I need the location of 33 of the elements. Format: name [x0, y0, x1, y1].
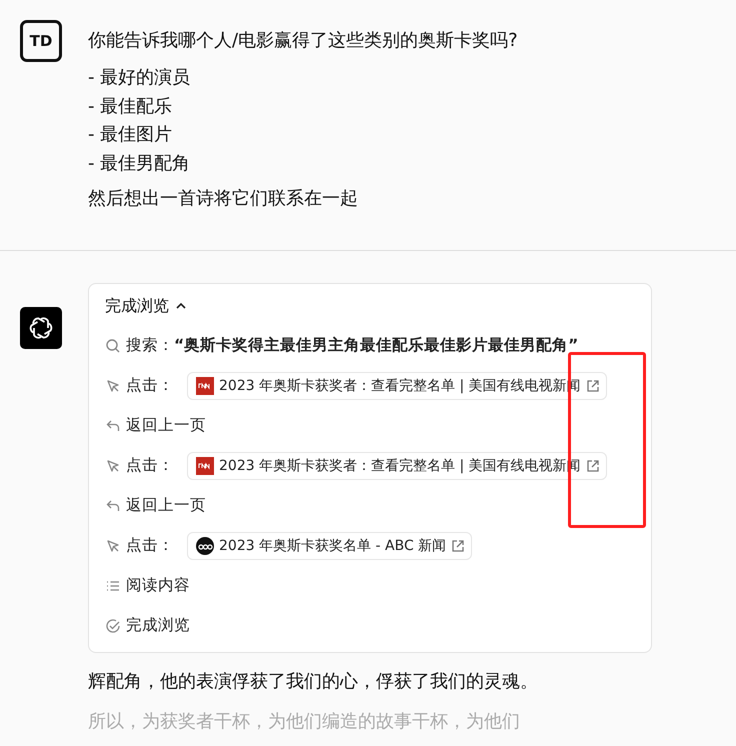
step-text: 返回上一页	[126, 415, 206, 436]
browse-toggle[interactable]: 完成浏览	[105, 292, 187, 320]
user-avatar: TD	[20, 20, 62, 62]
search-icon	[105, 338, 121, 354]
step-text: 完成浏览	[126, 615, 190, 636]
news-logo-icon	[196, 377, 214, 395]
list-item: - 最好的演员	[88, 66, 192, 90]
click-label: 点击：	[126, 455, 174, 476]
back-arrow-icon	[105, 498, 121, 514]
click-label: 点击：	[126, 375, 174, 396]
check-circle-icon	[105, 618, 121, 634]
step-text: 返回上一页	[126, 495, 206, 516]
question-text: 你能告诉我哪个人/电影赢得了这些类别的奥斯卡奖吗?	[88, 29, 518, 53]
cursor-icon	[105, 538, 121, 554]
cursor-icon	[105, 378, 121, 394]
answer-text: 所以，为获奖者干杯，为他们编造的故事干杯，为他们	[88, 710, 521, 734]
news-logo-icon	[196, 457, 214, 475]
answer-text: 辉配角，他的表演俘获了我们的心，俘获了我们的灵魂。	[88, 670, 539, 694]
click-label: 点击：	[126, 535, 174, 556]
news-logo-icon	[196, 537, 214, 555]
external-link-icon	[451, 539, 466, 553]
assistant-logo-icon	[20, 307, 62, 349]
closing-text: 然后想出一首诗将它们联系在一起	[88, 187, 359, 211]
source-link[interactable]: 2023 年奥斯卡获奖名单 - ABC 新闻	[187, 532, 472, 560]
list-item: - 最佳图片	[88, 123, 174, 147]
list-item: - 最佳配乐	[88, 94, 174, 118]
step-text: 阅读内容	[126, 575, 190, 596]
list-item: - 最佳男配角	[88, 152, 192, 176]
back-arrow-icon	[105, 418, 121, 434]
external-link-icon	[586, 459, 600, 473]
external-link-icon	[586, 379, 600, 393]
cursor-icon	[105, 458, 121, 474]
search-text: 搜索：“奥斯卡奖得主最佳男主角最佳配乐最佳影片最佳男配角”	[126, 335, 578, 356]
